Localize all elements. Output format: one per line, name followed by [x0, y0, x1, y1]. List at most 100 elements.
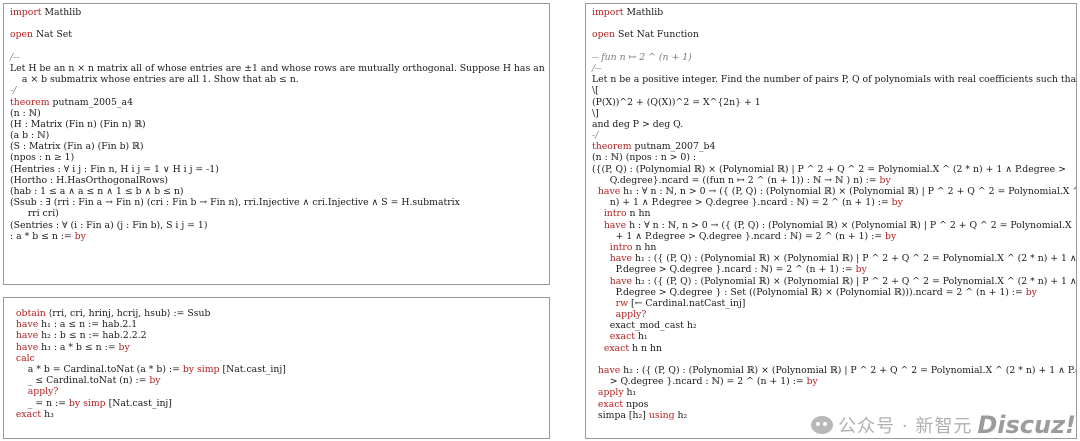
keyword: have — [10, 330, 39, 342]
code-line: /-- — [10, 52, 549, 63]
code-listing: obtain ⟨rri, cri, hrinj, hcrij, hsub⟩ :=… — [4, 298, 549, 420]
code-line: (a b : ℕ) — [10, 130, 549, 142]
code-line: import Mathlib — [592, 7, 1076, 18]
code-line: exact h₃ — [10, 408, 549, 420]
keyword: by — [68, 397, 81, 409]
keyword: calc — [10, 352, 35, 364]
code-line: and deg P > deg Q. — [592, 118, 1076, 130]
code-text: (Sentries : ∀ (i : Fin a) (j : Fin b), S… — [10, 219, 208, 231]
keyword: theorem — [10, 96, 50, 108]
keyword: exact — [592, 331, 635, 343]
code-line: calc — [10, 352, 549, 364]
code-line: a * b = Cardinal.toNat (a * b) := by sim… — [10, 363, 549, 375]
keyword: by — [118, 341, 130, 353]
code-line: _ ≤ Cardinal.toNat (n) := by — [10, 375, 549, 387]
code-line: open Set Nat Function — [592, 29, 1076, 41]
code-line: have h₂ : ({ (P, Q) : (Polynomial ℝ) × (… — [592, 365, 1077, 376]
code-text: Mathlib — [623, 7, 664, 18]
code-line: theorem putnam_2007_b4 — [592, 141, 1076, 153]
code-line: _ = n := by simp [Nat.cast_inj] — [10, 397, 549, 409]
comment-text: -- fun n ↦ 2 ^ (n + 1) — [592, 51, 692, 63]
watermark-brand: Discuz! — [977, 411, 1076, 439]
code-line: Let H be an n × n matrix all of whose en… — [10, 63, 549, 74]
code-line: theorem putnam_2005_a4 — [10, 96, 549, 108]
keyword: using — [648, 409, 675, 421]
keyword: import — [10, 7, 42, 18]
code-line: (Sentries : ∀ (i : Fin a) (j : Fin b), S… — [10, 219, 549, 231]
code-text: _ ≤ Cardinal.toNat (n) := — [10, 375, 150, 387]
code-text: (hab : 1 ≤ a ∧ a ≤ n ∧ 1 ≤ b ∧ b ≤ n) — [10, 186, 184, 197]
keyword: have — [592, 253, 633, 265]
code-line: exact h n hn — [592, 342, 1076, 354]
code-text: (a b : ℕ) — [10, 130, 50, 142]
code-text: h₁ — [623, 387, 637, 399]
code-line: n) + 1 ∧ P.degree > Q.degree }.ncard : ℕ… — [592, 197, 1076, 208]
code-text: (S : Matrix (Fin a) (Fin b) ℝ) — [10, 141, 144, 153]
code-text: P.degree > Q.degree }.ncard : ℕ) = 2 ^ (… — [592, 264, 856, 276]
code-line: exact h₁ — [592, 331, 1076, 343]
code-text: h₃ : a * b ≤ n := — [38, 341, 119, 353]
code-line: + 1 ∧ P.degree > Q.degree }.ncard : ℕ) =… — [592, 231, 1076, 242]
code-line: (S : Matrix (Fin a) (Fin b) ℝ) — [10, 141, 549, 153]
code-line: a × b submatrix whose entries are all 1.… — [10, 74, 549, 85]
code-text: Set Nat Function — [615, 29, 699, 41]
keyword: import — [592, 7, 624, 18]
doc-comment-text: \] — [592, 107, 599, 119]
code-text: h₂ : ({ (P, Q) : (Polynomial ℝ) × (Polyn… — [620, 365, 1077, 376]
keyword: simp — [197, 363, 220, 375]
code-line: -/ — [10, 85, 549, 97]
keyword: have — [10, 319, 39, 331]
keyword: by — [855, 264, 867, 276]
keyword: have — [592, 275, 633, 287]
code-listing: import Mathlib open Nat Set /-- Let H be an… — [4, 4, 549, 242]
wechat-icon — [811, 416, 834, 434]
code-line: apply? — [592, 309, 1076, 320]
keyword: rw — [592, 297, 629, 309]
keyword: open — [10, 29, 34, 41]
code-listing: import Mathlib open Set Nat Function -- fu… — [586, 4, 1077, 421]
code-line: apply? — [10, 386, 549, 397]
code-line: (Ssub : ∃ (rri : Fin a → Fin n) (cri : F… — [10, 197, 549, 209]
keyword: have — [10, 341, 39, 353]
comment-text: -/ — [10, 85, 17, 97]
keyword: theorem — [592, 141, 632, 153]
code-panel-proof-steps: obtain ⟨rri, cri, hrinj, hcrij, hsub⟩ :=… — [3, 297, 550, 439]
keyword: have — [592, 219, 627, 231]
code-text: > Q.degree }.ncard : ℕ) = 2 ^ (n + 1) := — [592, 376, 807, 388]
code-text: [Nat.cast_inj] — [105, 397, 172, 409]
code-text: (Hentries : ∀ i j : Fin n, H i j = 1 ∨ H… — [10, 163, 219, 175]
keyword: intro — [592, 241, 633, 253]
code-text: [Nat.cast_inj] — [219, 363, 286, 375]
code-text: h : ∀ n : ℕ, n > 0 → ({ (P, Q) : (Polyno… — [626, 219, 1077, 231]
code-text: ⟨rri, cri, hrinj, hcrij, hsub⟩ := Ssub — [45, 308, 211, 319]
code-panel-putnam-2007-b4: import Mathlib open Set Nat Function -- fu… — [585, 3, 1077, 439]
code-line: intro n hn — [592, 208, 1076, 219]
code-text: h₁ : ({ (P, Q) : (Polynomial ℝ) × (Polyn… — [632, 253, 1077, 265]
code-panel-putnam-2005-a4: import Mathlib open Nat Set /-- Let H be an… — [3, 3, 550, 285]
code-line: have h₃ : a * b ≤ n := by — [10, 341, 549, 353]
keyword: exact — [10, 408, 42, 420]
code-line: (hab : 1 ≤ a ∧ a ≤ n ∧ 1 ≤ b ∧ b ≤ n) — [10, 186, 549, 197]
code-text: (Ssub : ∃ (rri : Fin a → Fin n) (cri : F… — [10, 197, 460, 209]
code-text: (H : Matrix (Fin n) (Fin n) ℝ) — [10, 118, 146, 130]
code-text: simpa [h₂] — [592, 409, 649, 421]
doc-comment-text: and deg P > deg Q. — [592, 118, 684, 130]
code-line: (npos : n ≥ 1) — [10, 152, 549, 163]
keyword: apply — [592, 387, 624, 399]
code-text: Q.degree}.ncard = ((fun n ↦ 2 ^ (n + 1))… — [592, 174, 880, 186]
code-text: npos — [623, 398, 649, 410]
code-text: Nat Set — [33, 29, 72, 41]
code-line: Let n be a positive integer. Find the nu… — [592, 74, 1076, 85]
code-line: \] — [592, 107, 1076, 119]
keyword: exact — [592, 342, 630, 354]
code-text: h₁ — [634, 331, 648, 343]
keyword: by — [74, 230, 86, 242]
code-line: > Q.degree }.ncard : ℕ) = 2 ^ (n + 1) :=… — [592, 376, 1076, 388]
code-text: h₂ — [674, 409, 688, 421]
watermark-text: 公众号 · 新智元 — [838, 416, 973, 437]
code-line: (Hortho : H.HasOrthogonalRows) — [10, 175, 549, 186]
